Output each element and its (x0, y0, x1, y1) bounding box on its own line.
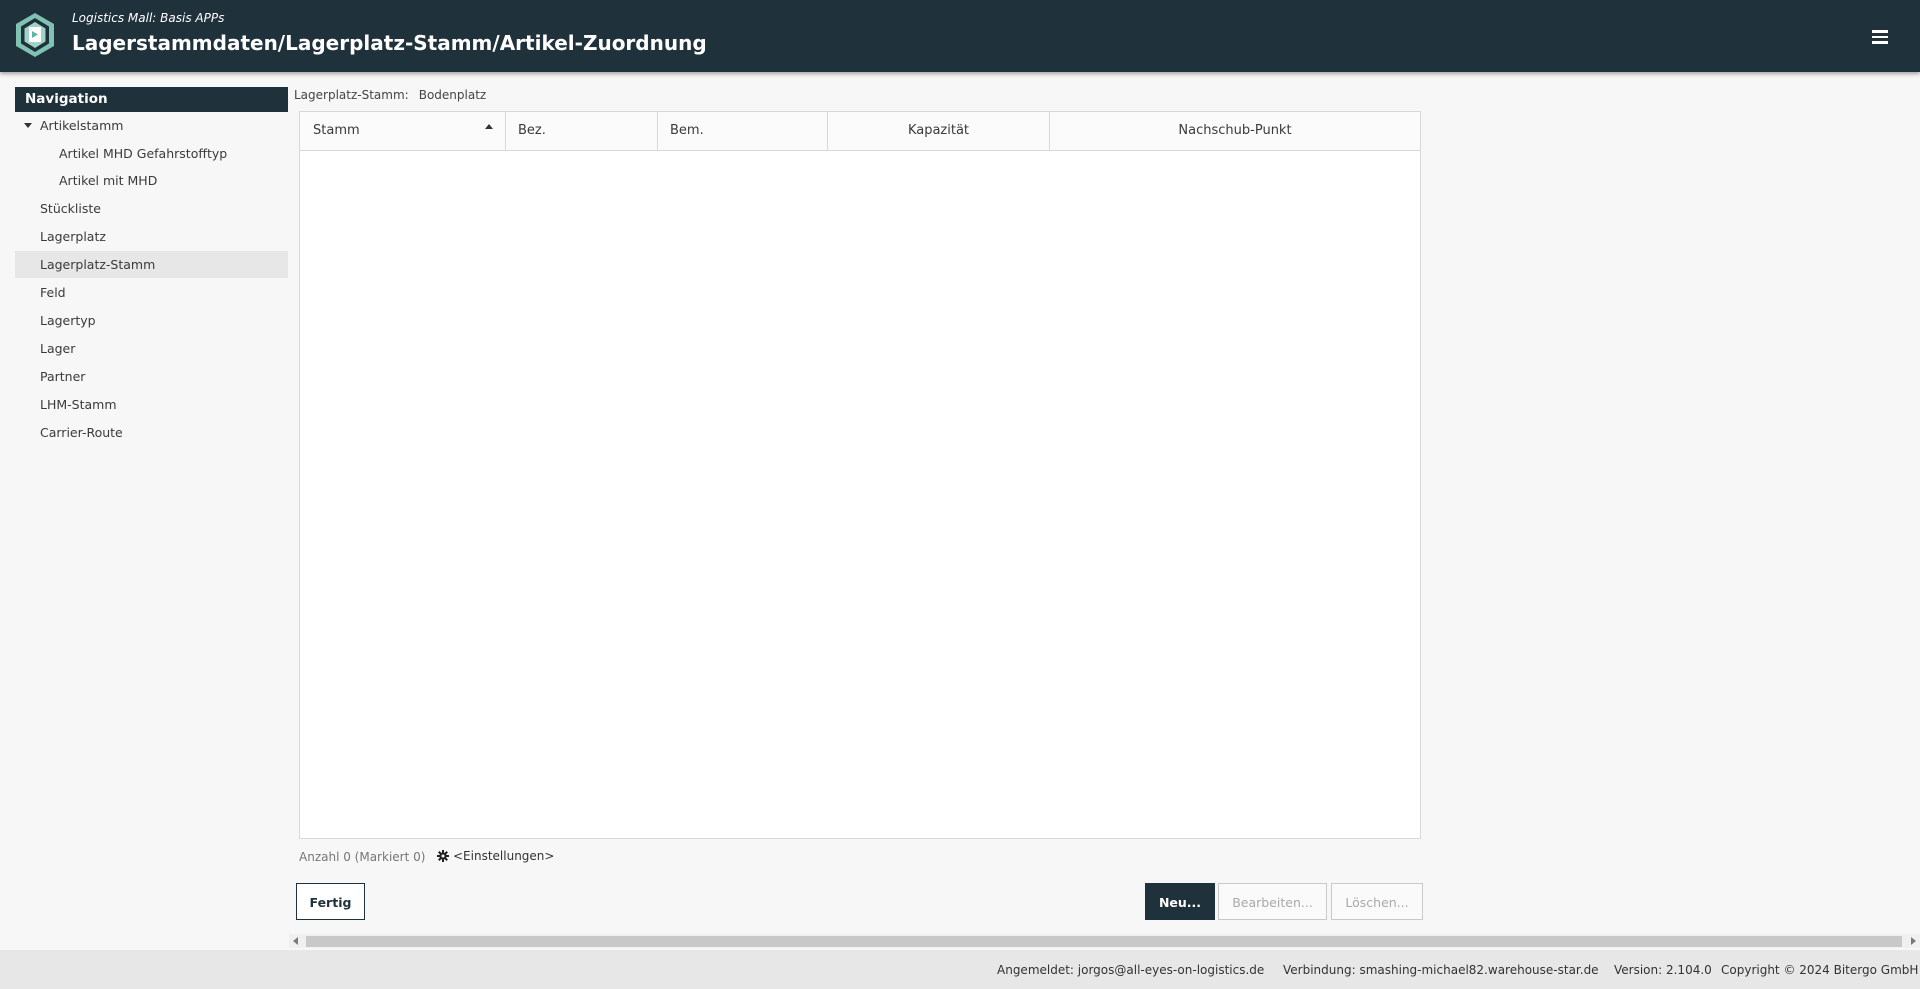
data-table: Stamm Bez. Bem. Kapazität Nachschub-Punk… (299, 111, 1421, 839)
column-label: Stamm (313, 123, 360, 138)
new-button[interactable]: Neu... (1145, 883, 1215, 920)
column-header-nachschub-punkt[interactable]: Nachschub-Punkt (1050, 112, 1420, 150)
table-body (300, 151, 1420, 838)
caret-down-icon (24, 123, 32, 128)
sidebar-item-label: Artikel mit MHD (59, 173, 158, 188)
sidebar-item-label: Partner (40, 369, 86, 384)
status-footer: Angemeldet: jorgos@all-eyes-on-logistics… (0, 950, 1920, 989)
table-header: Stamm Bez. Bem. Kapazität Nachschub-Punk… (300, 112, 1420, 151)
navigation-header: Navigation (15, 87, 288, 112)
app-header: Logistics Mall: Basis APPs Lagerstammdat… (0, 0, 1920, 72)
sidebar-item-lhm-stamm[interactable]: LHM-Stamm (15, 391, 288, 418)
gear-icon (437, 850, 449, 862)
footer-version: Version: 2.104.0 (1614, 963, 1712, 977)
sidebar-item-stueckliste[interactable]: Stückliste (15, 195, 288, 222)
sidebar-item-label: Stückliste (40, 201, 101, 216)
column-label: Nachschub-Punkt (1178, 123, 1292, 138)
sidebar-item-carrier-route[interactable]: Carrier-Route (15, 419, 288, 446)
sidebar-item-label: Lagerplatz-Stamm (40, 257, 156, 272)
breadcrumb: Lagerplatz-Stamm: Bodenplatz (294, 88, 486, 102)
footer-user: Angemeldet: jorgos@all-eyes-on-logistics… (997, 963, 1265, 977)
settings-label: <Einstellungen> (453, 849, 555, 863)
horizontal-scrollbar[interactable] (289, 934, 1920, 948)
sidebar-item-artikelstamm[interactable]: Artikelstamm (15, 112, 288, 139)
breadcrumb-value: Bodenplatz (418, 88, 487, 102)
sidebar-item-lagertyp[interactable]: Lagertyp (15, 307, 288, 334)
column-header-stamm[interactable]: Stamm (300, 112, 506, 150)
sidebar-item-artikel-mhd-gefahrstofftyp[interactable]: Artikel MHD Gefahrstofftyp (15, 140, 288, 167)
sidebar-item-label: Lager (40, 341, 76, 356)
hamburger-icon[interactable] (1872, 30, 1888, 44)
sidebar-item-lagerplatz-stamm[interactable]: Lagerplatz-Stamm (15, 251, 288, 278)
app-subtitle: Logistics Mall: Basis APPs (72, 11, 225, 25)
sidebar-item-label: Feld (40, 285, 66, 300)
column-label: Bez. (518, 123, 546, 138)
sidebar-item-artikel-mit-mhd[interactable]: Artikel mit MHD (15, 167, 288, 194)
sidebar-item-label: LHM-Stamm (40, 397, 117, 412)
sidebar-item-label: Carrier-Route (40, 425, 123, 440)
scroll-right-icon[interactable] (1911, 937, 1916, 945)
column-header-bem[interactable]: Bem. (658, 112, 828, 150)
sidebar-item-feld[interactable]: Feld (15, 279, 288, 306)
hexagon-logo-icon (16, 13, 54, 57)
sidebar-item-partner[interactable]: Partner (15, 363, 288, 390)
footer-connection: Verbindung: smashing-michael82.warehouse… (1283, 963, 1599, 977)
scrollbar-thumb[interactable] (306, 936, 1902, 947)
column-header-bez[interactable]: Bez. (506, 112, 658, 150)
sort-ascending-icon (485, 124, 493, 129)
column-header-kapazitaet[interactable]: Kapazität (828, 112, 1050, 150)
settings-link[interactable]: <Einstellungen> (437, 849, 554, 863)
scroll-left-icon[interactable] (293, 937, 298, 945)
sidebar-item-label: Lagerplatz (40, 229, 106, 244)
delete-button[interactable]: Löschen... (1331, 883, 1423, 920)
breadcrumb-label: Lagerplatz-Stamm: (294, 88, 409, 102)
footer-copyright: Copyright © 2024 Bitergo GmbH (1721, 963, 1919, 977)
column-label: Bem. (670, 123, 704, 138)
sidebar-item-lager[interactable]: Lager (15, 335, 288, 362)
page-title: Lagerstammdaten/Lagerplatz-Stamm/Artikel… (72, 31, 707, 55)
sidebar-item-lagerplatz[interactable]: Lagerplatz (15, 223, 288, 250)
column-label: Kapazität (907, 123, 970, 138)
edit-button[interactable]: Bearbeiten... (1218, 883, 1327, 920)
sidebar-item-label: Artikelstamm (40, 118, 124, 133)
done-button[interactable]: Fertig (296, 883, 365, 920)
sidebar-item-label: Lagertyp (40, 313, 96, 328)
sidebar-item-label: Artikel MHD Gefahrstofftyp (59, 146, 228, 161)
row-count: Anzahl 0 (Markiert 0) (299, 850, 426, 864)
